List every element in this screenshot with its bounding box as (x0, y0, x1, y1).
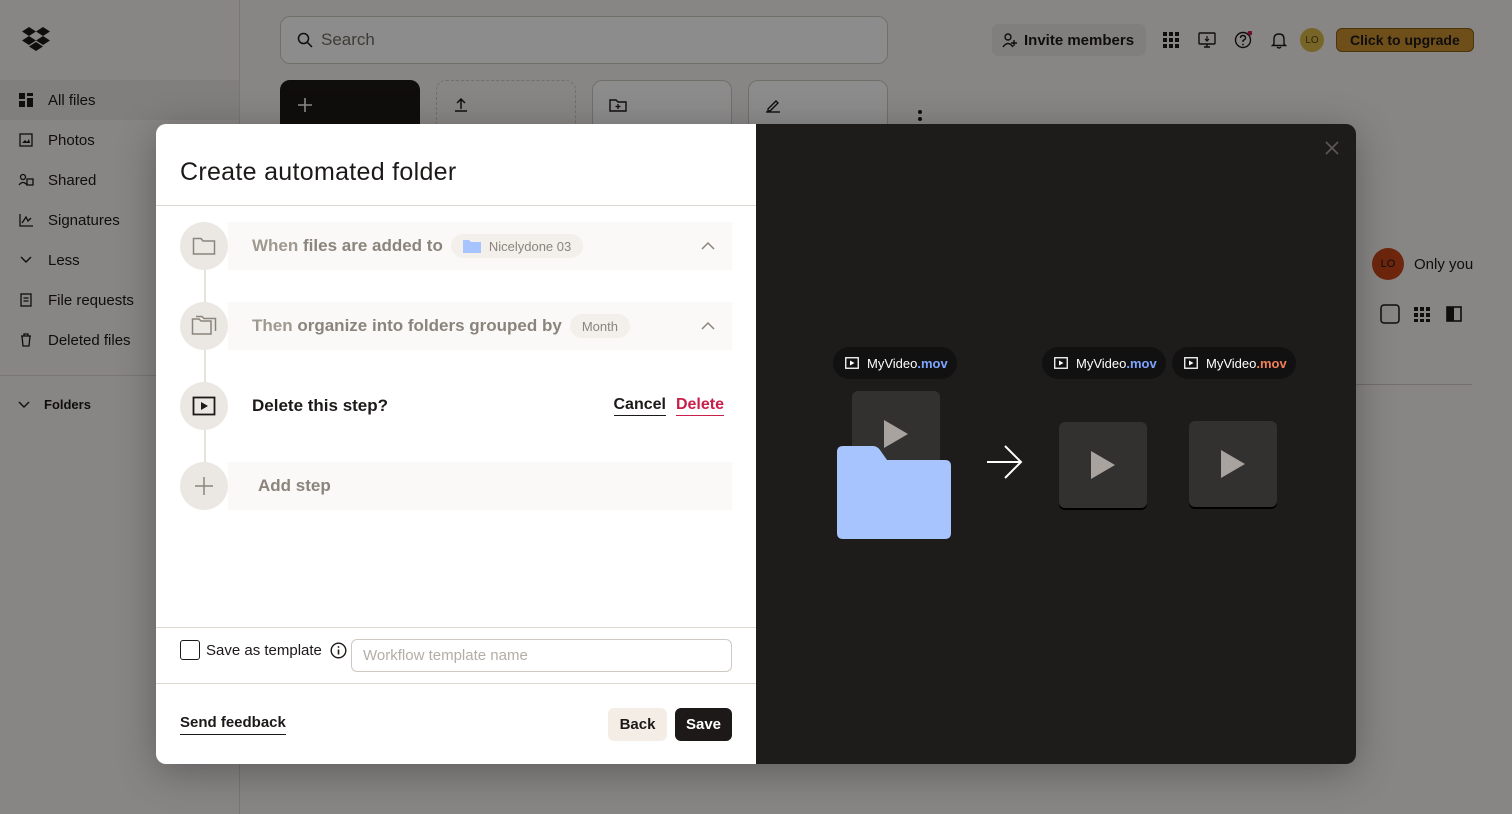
add-step-button[interactable]: Add step (228, 462, 732, 510)
file-name: MyVideo (1076, 355, 1127, 371)
result-video-thumbnail-1 (1059, 422, 1147, 508)
group-by-chip[interactable]: Month (569, 314, 630, 338)
title-divider (156, 205, 756, 206)
back-button[interactable]: Back (608, 708, 667, 741)
file-extension: .mov (917, 355, 948, 371)
folder-icon (192, 237, 216, 255)
save-button[interactable]: Save (675, 708, 732, 741)
info-icon[interactable] (330, 641, 347, 659)
step1-prefix: When (252, 236, 299, 255)
plus-icon (195, 477, 213, 495)
step-connector (204, 270, 206, 304)
file-extension: .mov (1126, 355, 1157, 371)
step2-action-row[interactable]: Then organize into folders grouped by Mo… (228, 302, 732, 350)
chevron-up-icon[interactable] (700, 238, 716, 254)
save-template-label[interactable]: Save as template (206, 642, 322, 659)
video-file-icon (845, 357, 859, 369)
step2-prefix: Then (252, 316, 293, 335)
result-video-thumbnail-2 (1189, 421, 1277, 507)
step3-delete-confirm-row: Delete this step? Cancel Delete (228, 382, 732, 430)
step1-trigger-row[interactable]: When files are added to Nicelydone 03 (228, 222, 732, 270)
step2-icon-circle (180, 302, 228, 350)
play-icon (1091, 451, 1115, 479)
step3-icon-circle (180, 382, 228, 430)
step2-text: organize into folders grouped by (297, 316, 562, 335)
cancel-delete-button[interactable]: Cancel (613, 396, 666, 416)
step-connector (204, 350, 206, 384)
blue-folder-icon (837, 446, 951, 539)
save-template-checkbox[interactable] (180, 640, 200, 660)
template-name-placeholder: Workflow template name (363, 647, 528, 664)
file-name: MyVideo (867, 355, 918, 371)
video-icon (192, 396, 216, 416)
delete-step-actions: Cancel Delete (613, 396, 724, 416)
close-icon[interactable] (1324, 140, 1340, 156)
file-extension: .mov (1256, 355, 1287, 371)
template-name-input[interactable]: Workflow template name (351, 639, 732, 672)
illustration-pane: MyVideo .mov MyVideo .mov MyVideo .mov (756, 124, 1356, 764)
add-step-circle[interactable] (180, 462, 228, 510)
video-file-icon (1054, 357, 1068, 369)
save-template-row: Save as template (180, 640, 347, 660)
step1-text: files are added to (303, 236, 443, 255)
video-file-icon (1184, 357, 1198, 369)
confirm-delete-button[interactable]: Delete (675, 396, 724, 416)
step1-icon-circle (180, 222, 228, 270)
footer-divider-top (156, 627, 756, 628)
file-pill-result-1: MyVideo .mov (1042, 347, 1166, 379)
footer-divider-bottom (156, 683, 756, 684)
file-name: MyVideo (1206, 355, 1257, 371)
folder-chip-label: Nicelydone 03 (488, 238, 572, 254)
modal-title: Create automated folder (180, 158, 457, 186)
folder-icon (462, 240, 481, 253)
modal-form-pane: Create automated folder When files are a… (156, 124, 756, 764)
delete-step-prompt: Delete this step? (252, 396, 389, 415)
send-feedback-link[interactable]: Send feedback (180, 714, 286, 735)
chevron-up-icon[interactable] (700, 318, 716, 334)
file-pill-result-2: MyVideo .mov (1172, 347, 1296, 379)
folder-chip[interactable]: Nicelydone 03 (450, 234, 584, 258)
arrow-right-icon (987, 445, 1023, 479)
create-automated-folder-modal: Create automated folder When files are a… (156, 124, 1356, 764)
folders-stack-icon (191, 315, 217, 335)
file-pill-source: MyVideo .mov (833, 347, 957, 379)
play-icon (1221, 450, 1245, 478)
step-connector (204, 430, 206, 464)
